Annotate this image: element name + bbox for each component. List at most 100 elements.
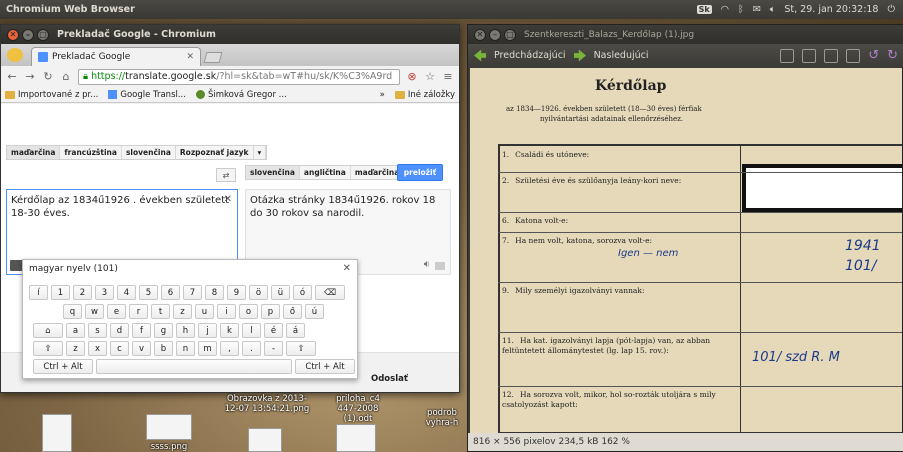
close-tab-icon[interactable]: ✕	[186, 52, 194, 62]
minimize-window-button[interactable]: –	[22, 28, 34, 41]
translate-button[interactable]: preložiť	[397, 164, 443, 181]
keyboard-key[interactable]: p	[261, 304, 280, 319]
keyboard-key[interactable]: l	[242, 323, 261, 338]
source-lang-french[interactable]: francúzština	[60, 146, 122, 159]
keyboard-key[interactable]: ü	[271, 285, 290, 300]
bluetooth-icon[interactable]: ᛒ	[738, 4, 744, 15]
volume-icon[interactable]: 🔈︎	[770, 4, 776, 15]
keyboard-key[interactable]: 2	[73, 285, 92, 300]
close-window-button[interactable]: ✕	[7, 28, 19, 41]
target-lang-slovak[interactable]: slovenčina	[246, 166, 300, 179]
rotate-right-icon[interactable]: ↻	[887, 48, 898, 63]
keyboard-key[interactable]: j	[198, 323, 217, 338]
source-lang-hungarian[interactable]: maďarčina	[7, 146, 61, 159]
keyboard-key[interactable]: ó	[293, 285, 312, 300]
bookmarks-overflow-chevron[interactable]: »	[380, 90, 385, 100]
bookmark-item[interactable]: Importované z pr...	[5, 90, 98, 100]
translation-feedback-icon[interactable]	[435, 262, 445, 270]
keyboard-key[interactable]: v	[132, 341, 151, 356]
keyboard-key[interactable]: 8	[205, 285, 224, 300]
keyboard-key[interactable]: r	[129, 304, 148, 319]
keyboard-key[interactable]: 9	[227, 285, 246, 300]
keyboard-key[interactable]: z	[173, 304, 192, 319]
keyboard-key[interactable]: s	[88, 323, 107, 338]
keyboard-key[interactable]: e	[107, 304, 126, 319]
translate-page-icon[interactable]: ⊗	[406, 70, 418, 83]
other-bookmarks-folder[interactable]: Iné záložky	[394, 90, 455, 100]
bookmark-item[interactable]: Šimková Gregor ...	[195, 90, 287, 100]
keyboard-key[interactable]: t	[151, 304, 170, 319]
keyboard-key[interactable]: u	[195, 304, 214, 319]
zoom-in-icon[interactable]	[780, 48, 795, 63]
desktop-image-icon[interactable]	[146, 414, 192, 440]
mail-icon[interactable]: ✉	[753, 4, 761, 15]
desktop-file-icon[interactable]	[336, 424, 376, 452]
bookmark-item[interactable]: Google Transl...	[108, 90, 186, 100]
previous-button[interactable]: Predchádzajúci	[494, 50, 566, 61]
keyboard-key[interactable]: ö	[249, 285, 268, 300]
keyboard-key[interactable]: b	[154, 341, 173, 356]
keyboard-key[interactable]: ⇧	[286, 341, 316, 356]
desktop-icon-label[interactable]: Obrazovka z 2013-12-07 13:54:21.png	[222, 394, 312, 414]
viewer-titlebar[interactable]: ✕ – □ Szentkereszti_Balazs_Kerdőlap (1).…	[468, 25, 903, 44]
keyboard-key[interactable]: ⌫	[315, 285, 345, 300]
zoom-fit-icon[interactable]	[846, 48, 861, 63]
source-lang-slovak[interactable]: slovenčina	[122, 146, 176, 159]
ctrl-alt-key-right[interactable]: Ctrl + Alt	[295, 359, 355, 374]
keyboard-key[interactable]: 5	[139, 285, 158, 300]
bookmark-star-icon[interactable]: ☆	[424, 70, 436, 83]
close-window-button[interactable]: ✕	[474, 28, 486, 41]
space-key[interactable]	[96, 359, 292, 374]
next-button[interactable]: Nasledujúci	[594, 50, 649, 61]
maximize-window-button[interactable]: □	[504, 28, 516, 41]
keyboard-key[interactable]: m	[198, 341, 217, 356]
keyboard-key[interactable]: -	[264, 341, 283, 356]
keyboard-key[interactable]: x	[88, 341, 107, 356]
keyboard-key[interactable]: z	[66, 341, 85, 356]
menu-icon[interactable]: ≡	[442, 70, 454, 83]
address-bar[interactable]: 🔒︎ https:// translate.google.sk /?hl=sk&…	[78, 68, 400, 85]
forward-icon[interactable]: →	[24, 70, 36, 83]
tab-google-translate[interactable]: Prekladač Google ✕	[31, 47, 201, 66]
source-lang-dropdown-icon[interactable]: ▾	[254, 146, 267, 159]
keyboard-key[interactable]: á	[286, 323, 305, 338]
swap-languages-button[interactable]: ⇄	[216, 168, 236, 182]
keyboard-key[interactable]: é	[264, 323, 283, 338]
keyboard-key[interactable]: 1	[51, 285, 70, 300]
new-tab-button[interactable]	[203, 52, 223, 63]
keyboard-key[interactable]: ,	[220, 341, 239, 356]
keyboard-key[interactable]: ⌂	[33, 323, 63, 338]
target-lang-english[interactable]: angličtina	[300, 166, 351, 179]
keyboard-key[interactable]: n	[176, 341, 195, 356]
keyboard-key[interactable]: d	[110, 323, 129, 338]
zoom-out-icon[interactable]	[802, 48, 817, 63]
keyboard-key[interactable]: g	[154, 323, 173, 338]
send-feedback-link[interactable]: Odoslať	[371, 374, 408, 384]
keyboard-key[interactable]: 3	[95, 285, 114, 300]
keyboard-key[interactable]: f	[132, 323, 151, 338]
keyboard-key[interactable]: i	[217, 304, 236, 319]
next-arrow-icon[interactable]	[574, 50, 586, 62]
keyboard-key[interactable]: w	[85, 304, 104, 319]
keyboard-key[interactable]: k	[220, 323, 239, 338]
desktop-icon-label[interactable]: podrob vyhra-h	[420, 408, 464, 428]
desktop-image-icon[interactable]	[248, 428, 282, 452]
keyboard-key[interactable]: ő	[283, 304, 302, 319]
keyboard-key[interactable]: o	[239, 304, 258, 319]
keyboard-key[interactable]: 4	[117, 285, 136, 300]
clear-source-icon[interactable]: ✕	[224, 193, 232, 206]
desktop-file-icon[interactable]	[42, 414, 72, 452]
power-icon[interactable]: ⏻	[887, 4, 895, 15]
clock[interactable]: St, 29. jan 20:32:18	[784, 4, 878, 15]
keyboard-key[interactable]: 6	[161, 285, 180, 300]
ctrl-alt-key-left[interactable]: Ctrl + Alt	[33, 359, 93, 374]
keyboard-key[interactable]: a	[66, 323, 85, 338]
keyboard-key[interactable]: í	[29, 285, 48, 300]
keyboard-key[interactable]: h	[176, 323, 195, 338]
reload-icon[interactable]: ↻	[42, 70, 54, 83]
desktop-icon-label[interactable]: ssss.png	[146, 442, 192, 452]
maximize-window-button[interactable]: □	[37, 28, 49, 41]
wifi-icon[interactable]: ◠	[721, 4, 729, 15]
profile-avatar-icon[interactable]	[7, 48, 23, 62]
minimize-window-button[interactable]: –	[489, 28, 501, 41]
